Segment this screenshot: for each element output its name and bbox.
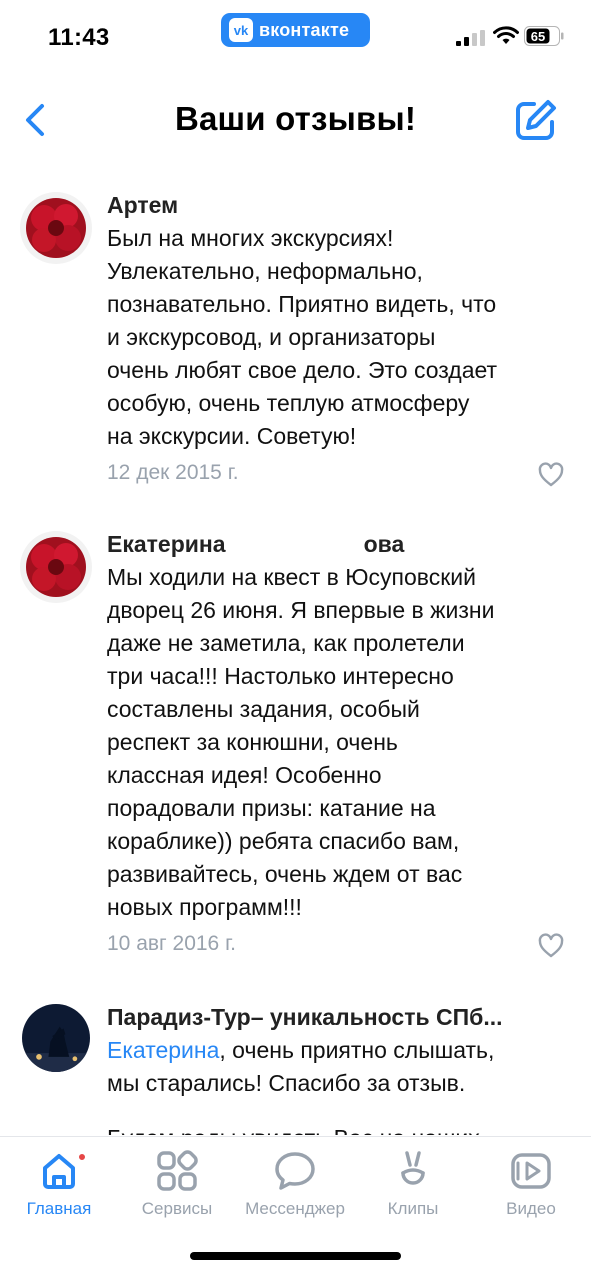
tab-label: Сервисы: [141, 1199, 213, 1218]
notification-dot: [77, 1152, 87, 1162]
like-heart-icon[interactable]: [537, 932, 565, 960]
like-heart-icon[interactable]: [537, 461, 565, 489]
compose-icon[interactable]: [512, 96, 560, 144]
tab-video[interactable]: Видео: [472, 1149, 590, 1233]
avatar[interactable]: [20, 531, 92, 603]
battery-level: 65: [531, 29, 545, 44]
avatar[interactable]: [20, 192, 92, 264]
reviews-feed[interactable]: Артем Был на многих экскурсиях! Увлекате…: [0, 180, 591, 1135]
cellular-signal-icon: [456, 30, 485, 46]
vk-logo-icon: vk: [229, 18, 253, 42]
tab-label: Видео: [506, 1199, 556, 1218]
review-item: Парадиз-Тур– уникальность СПб... Екатери…: [0, 1000, 591, 1135]
home-indicator: [190, 1252, 401, 1260]
mention-link[interactable]: Екатерина: [107, 1037, 219, 1063]
review-item: Артем Был на многих экскурсиях! Увлекате…: [0, 188, 591, 501]
review-meta: 10 авг 2016 г.: [107, 924, 565, 972]
tab-label: Мессенджер: [245, 1199, 345, 1218]
battery-icon: 65: [524, 26, 564, 46]
page-title: Ваши отзывы!: [174, 100, 417, 137]
review-date: 10 авг 2016 г.: [107, 932, 237, 955]
tab-clips[interactable]: Клипы: [354, 1149, 472, 1233]
header: Ваши отзывы!: [0, 80, 591, 160]
tab-home[interactable]: Главная: [0, 1149, 118, 1233]
wifi-icon: [493, 26, 519, 44]
review-text: Мы ходили на квест в Юсуповский дворец 2…: [107, 564, 495, 920]
review-item: Екатерина ова Мы ходили на квест в Юсупов…: [0, 527, 591, 972]
review-author-first: Екатерина: [107, 531, 226, 557]
clips-icon: [401, 1151, 425, 1185]
tab-label: Главная: [26, 1199, 92, 1218]
status-time: 11:43: [48, 24, 110, 51]
review-meta: 12 дек 2015 г.: [107, 453, 565, 501]
status-bar: 11:43 vk вконтакте 65: [0, 0, 591, 70]
review-author[interactable]: Парадиз-Тур– уникальность СПб...: [107, 1000, 565, 1034]
review-text-continued: Будем рады увидеть Вас на наших: [107, 1122, 565, 1135]
tab-messenger[interactable]: Мессенджер: [236, 1149, 354, 1233]
review-date: 12 дек 2015 г.: [107, 461, 239, 484]
services-icon: [157, 1150, 198, 1191]
tab-services[interactable]: Сервисы: [118, 1149, 236, 1233]
vk-app-pill[interactable]: vk вконтакте: [221, 13, 370, 47]
avatar[interactable]: [22, 1004, 90, 1072]
home-icon: [43, 1154, 75, 1189]
tab-label: Клипы: [387, 1199, 439, 1218]
messenger-icon: [275, 1152, 315, 1190]
vk-pill-label: вконтакте: [259, 19, 350, 40]
review-text: Екатерина, очень приятно слышать, мы ста…: [107, 1034, 565, 1100]
review-author-suffix: ова: [363, 531, 405, 557]
video-icon: [511, 1153, 551, 1189]
review-text: Был на многих экскурсиях! Увлекательно, …: [107, 225, 498, 449]
review-author[interactable]: Екатерина ова: [107, 527, 565, 561]
review-author[interactable]: Артем: [107, 188, 565, 222]
